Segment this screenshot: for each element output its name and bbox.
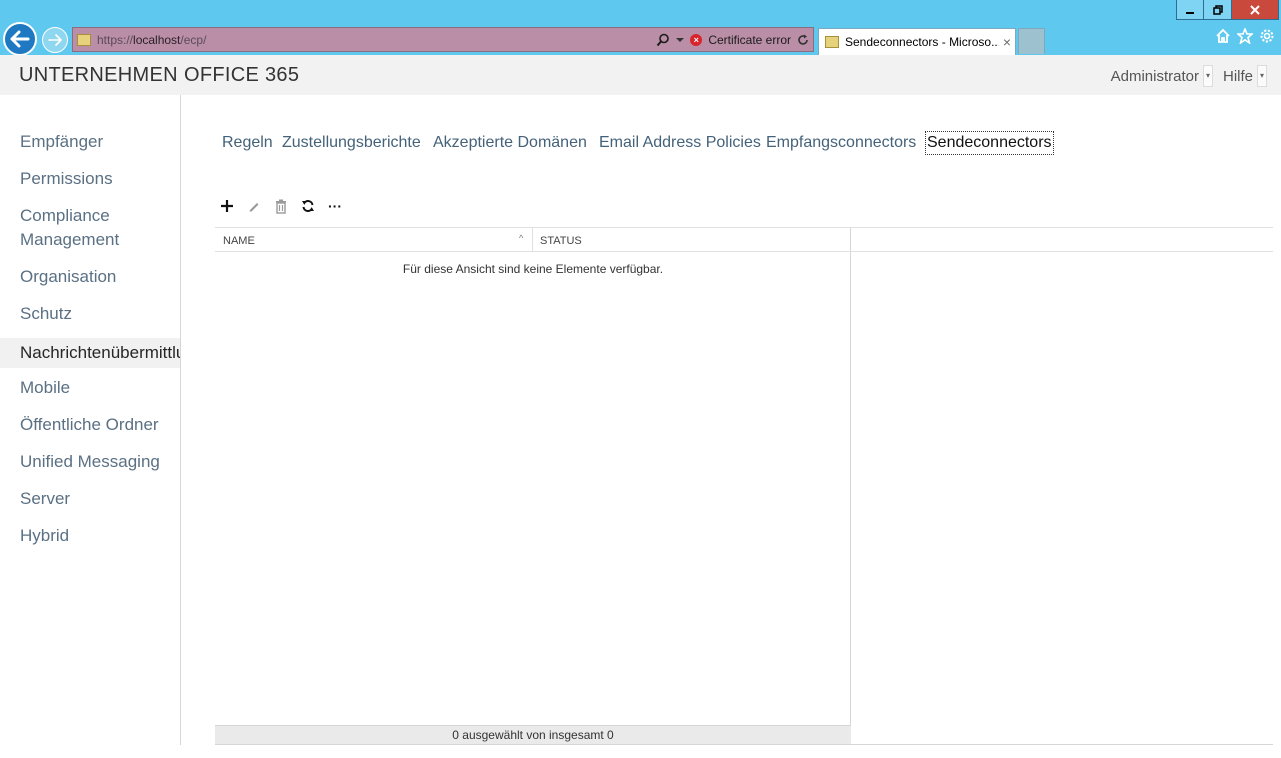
nav-item-schutz[interactable]: Schutz <box>20 302 72 326</box>
browser-toolbar-right <box>1215 28 1275 44</box>
favorites-star-icon[interactable] <box>1237 28 1253 44</box>
brand-office-365[interactable]: OFFICE 365 <box>184 64 299 87</box>
refresh-icon <box>302 200 314 212</box>
empty-list-message: Für diese Ansicht sind keine Elemente ve… <box>402 262 664 276</box>
more-icon: ··· <box>328 198 342 214</box>
selection-status-bar: 0 ausgewählt von insgesamt 0 <box>215 725 851 745</box>
column-divider[interactable] <box>532 228 533 252</box>
user-menu[interactable]: Administrator ▾ <box>1111 65 1213 87</box>
chevron-down-icon: ▾ <box>1202 65 1213 87</box>
nav-item-permissions[interactable]: Permissions <box>20 167 113 191</box>
settings-gear-icon[interactable] <box>1259 28 1275 44</box>
tab-akzeptierte-domaenen[interactable]: Akzeptierte Domänen <box>433 132 587 154</box>
add-icon <box>221 200 233 212</box>
help-menu[interactable]: Hilfe ▾ <box>1223 65 1267 87</box>
tab-email-address-policies[interactable]: Email Address Policies <box>599 132 761 154</box>
back-button[interactable] <box>3 22 37 56</box>
nav-item-nachrichtenuebermittlung[interactable]: Nachrichtenübermittlung <box>0 338 180 368</box>
search-icon[interactable] <box>656 33 670 47</box>
nav-item-organisation[interactable]: Organisation <box>20 265 116 289</box>
reload-icon[interactable] <box>797 34 809 46</box>
brand-unternehmen[interactable]: UNTERNEHMEN <box>19 64 178 87</box>
header-menus: Administrator ▾ Hilfe ▾ <box>1111 65 1267 87</box>
help-menu-label: Hilfe <box>1222 67 1253 85</box>
chevron-down-icon[interactable] <box>676 37 685 43</box>
details-pane-header <box>851 227 1273 252</box>
arrow-left-icon <box>10 30 30 48</box>
tab-title: Sendeconnectors - Microso... <box>845 35 999 49</box>
details-pane <box>851 227 1273 745</box>
chevron-down-icon: ▾ <box>1257 65 1267 87</box>
forward-button[interactable] <box>42 27 68 53</box>
arrow-right-icon <box>48 34 62 46</box>
user-menu-label: Administrator <box>1110 67 1199 85</box>
tab-favicon-icon <box>825 36 839 48</box>
certificate-error-icon[interactable]: × <box>690 33 703 46</box>
address-bar-actions: × Certificate error <box>656 28 809 51</box>
browser-chrome: https://localhost/ecp/ × Certificate err… <box>0 0 1281 56</box>
restore-icon[interactable] <box>1204 0 1232 20</box>
address-bar[interactable]: https://localhost/ecp/ × Certificate err… <box>72 27 814 52</box>
certificate-error-label[interactable]: Certificate error <box>708 33 791 47</box>
window-controls <box>1176 0 1279 20</box>
tab-regeln[interactable]: Regeln <box>222 132 273 154</box>
app-header: UNTERNEHMEN OFFICE 365 Administrator ▾ H… <box>0 55 1281 95</box>
tab-empfangsconnectors[interactable]: Empfangsconnectors <box>766 132 916 154</box>
nav-item-oeffentliche-ordner[interactable]: Öffentliche Ordner <box>20 413 159 437</box>
delete-button[interactable] <box>270 195 292 217</box>
nav-item-empfaenger[interactable]: Empfänger <box>20 130 103 154</box>
more-options-button[interactable]: ··· <box>324 195 346 217</box>
nav-item-hybrid[interactable]: Hybrid <box>20 524 69 548</box>
browser-tab-active[interactable]: Sendeconnectors - Microso... × <box>818 28 1016 55</box>
sort-ascending-icon[interactable]: ^ <box>519 233 523 243</box>
edit-icon <box>249 203 259 212</box>
refresh-button[interactable] <box>297 195 319 217</box>
grid-header: NAME ^ STATUS <box>215 227 851 252</box>
column-header-name[interactable]: NAME <box>223 235 255 247</box>
nav-item-mobile[interactable]: Mobile <box>20 376 70 400</box>
left-navigation: Empfänger Permissions Compliance Managem… <box>0 95 181 745</box>
nav-item-unified-messaging[interactable]: Unified Messaging <box>20 450 160 474</box>
edit-button[interactable] <box>243 195 265 217</box>
add-button[interactable] <box>216 195 238 217</box>
tab-sendeconnectors[interactable]: Sendeconnectors <box>925 131 1054 155</box>
minimize-icon[interactable] <box>1176 0 1204 20</box>
nav-item-compliance[interactable]: Compliance <box>20 204 110 228</box>
delete-icon <box>276 199 286 214</box>
nav-item-server[interactable]: Server <box>20 487 70 511</box>
tab-close-icon[interactable]: × <box>999 34 1015 50</box>
content-bottom-border <box>215 744 1273 745</box>
nav-item-management[interactable]: Management <box>20 228 119 252</box>
home-icon[interactable] <box>1215 28 1231 44</box>
close-icon[interactable] <box>1232 0 1279 20</box>
column-header-status[interactable]: STATUS <box>540 235 582 247</box>
page-favicon-icon <box>77 33 91 46</box>
address-url[interactable]: https://localhost/ecp/ <box>97 33 206 47</box>
tab-zustellungsberichte[interactable]: Zustellungsberichte <box>282 132 421 154</box>
new-tab-button[interactable] <box>1018 28 1045 54</box>
connectors-grid: NAME ^ STATUS Für diese Ansicht sind kei… <box>215 227 851 745</box>
